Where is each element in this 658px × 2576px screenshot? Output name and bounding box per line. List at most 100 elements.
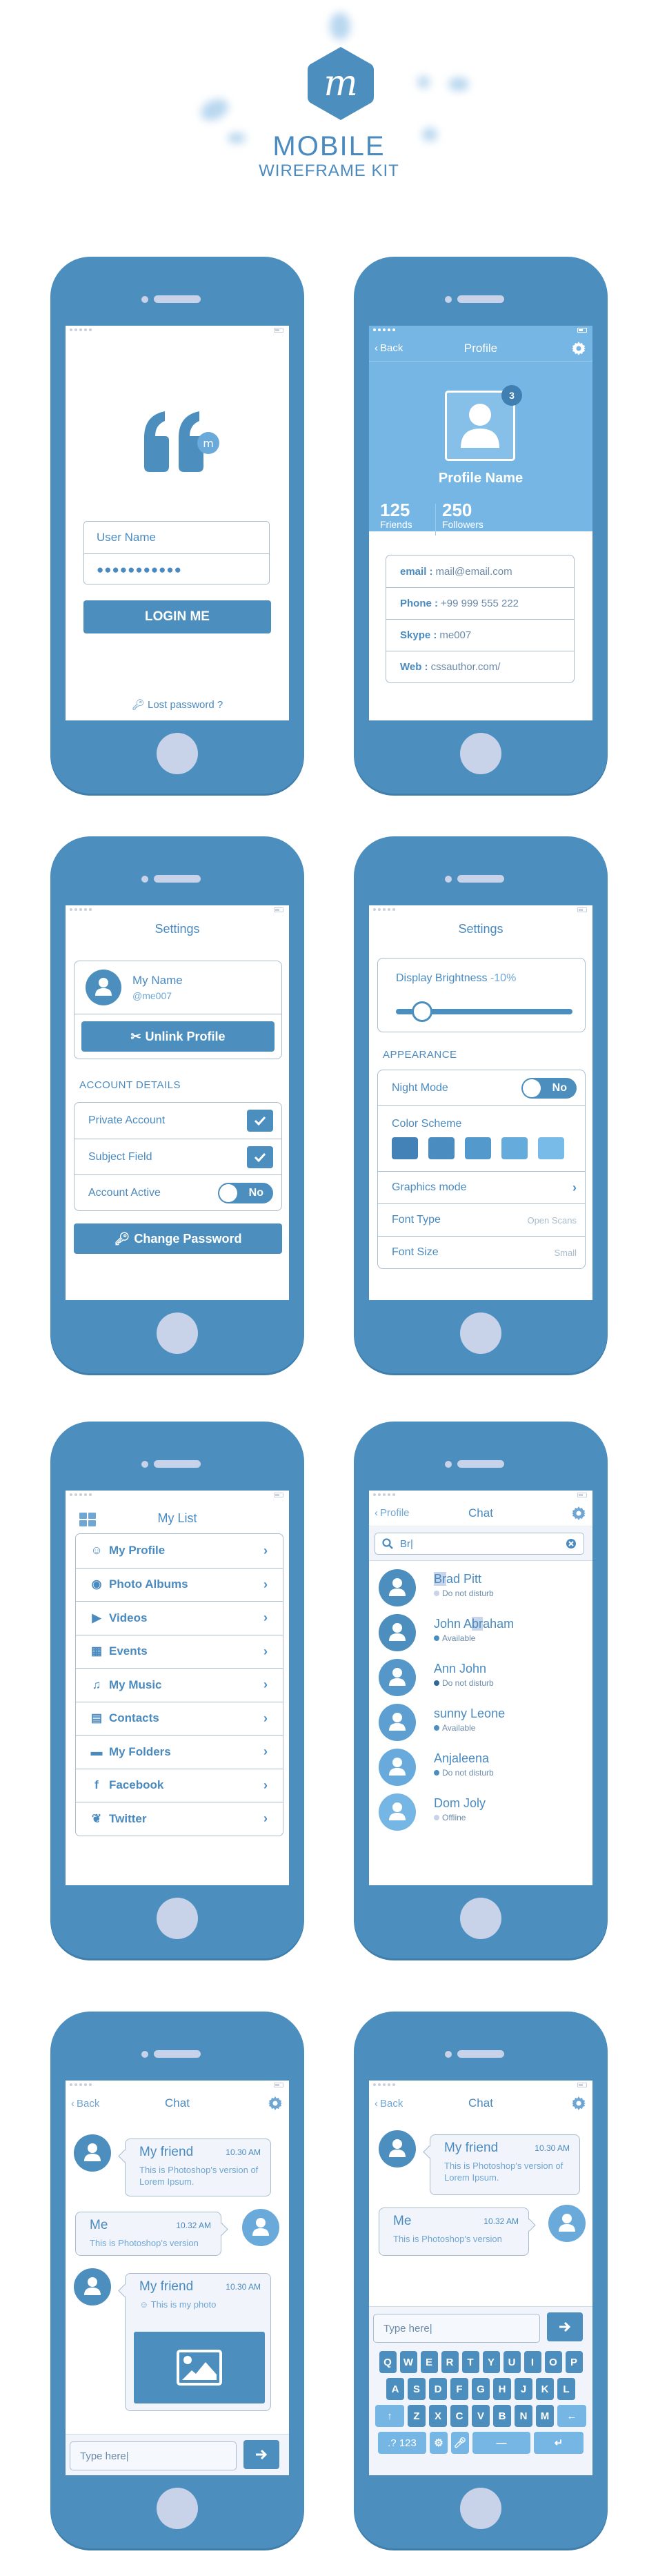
- key-s[interactable]: S: [408, 2378, 426, 2400]
- menu-item-facebook[interactable]: f Facebook ›: [76, 1768, 283, 1802]
- home-button[interactable]: [460, 2488, 501, 2529]
- color-swatch[interactable]: [538, 1137, 564, 1159]
- key-y[interactable]: Y: [482, 2351, 500, 2373]
- space-key[interactable]: —: [472, 2432, 530, 2454]
- username-field[interactable]: User Name: [84, 522, 269, 553]
- gear-icon[interactable]: [268, 2096, 282, 2110]
- numbers-key[interactable]: .? 123: [378, 2432, 426, 2454]
- contact-item[interactable]: John Abraham Available: [369, 1610, 592, 1661]
- key-a[interactable]: A: [386, 2378, 404, 2400]
- contact-item[interactable]: Ann John Do not disturb: [369, 1655, 592, 1706]
- key-u[interactable]: U: [503, 2351, 521, 2373]
- change-password-button[interactable]: 🔑︎ Change Password: [74, 1223, 282, 1254]
- send-button[interactable]: [547, 2312, 583, 2341]
- password-field[interactable]: ●●●●●●●●●●●: [84, 553, 269, 585]
- contact-item[interactable]: Brad Pitt Do not disturb: [369, 1565, 592, 1616]
- menu-item-events[interactable]: ▦ Events ›: [76, 1634, 283, 1669]
- font-type-row[interactable]: Font Type Open Scans: [378, 1203, 585, 1236]
- key-k[interactable]: K: [536, 2378, 554, 2400]
- key-v[interactable]: V: [472, 2405, 490, 2427]
- message-input[interactable]: Type here|: [70, 2441, 237, 2470]
- key-t[interactable]: T: [461, 2351, 479, 2373]
- contact-item[interactable]: Anjaleena Do not disturb: [369, 1744, 592, 1796]
- unlink-profile-button[interactable]: ✂︎ Unlink Profile: [81, 1021, 275, 1052]
- search-input[interactable]: Br|: [375, 1533, 584, 1555]
- menu-item-videos[interactable]: ▶ Videos ›: [76, 1601, 283, 1635]
- key-g[interactable]: G: [472, 2378, 490, 2400]
- color-swatch[interactable]: [501, 1137, 528, 1159]
- login-button[interactable]: LOGIN ME: [83, 600, 271, 633]
- back-button[interactable]: ‹ Back: [71, 2098, 99, 2110]
- info-row-email[interactable]: email : mail@email.com: [386, 555, 574, 587]
- gear-icon[interactable]: [572, 2096, 586, 2110]
- key-o[interactable]: O: [544, 2351, 562, 2373]
- friends-stat[interactable]: 125 Friends: [380, 501, 412, 530]
- friend-avatar[interactable]: [74, 2268, 111, 2305]
- enter-key[interactable]: ↵: [534, 2432, 584, 2454]
- gear-icon[interactable]: [572, 342, 586, 355]
- back-button[interactable]: ‹ Back: [375, 2098, 403, 2110]
- friend-avatar[interactable]: [74, 2134, 111, 2172]
- home-button[interactable]: [157, 733, 198, 774]
- shift-key[interactable]: ↑: [375, 2405, 404, 2427]
- contact-item[interactable]: Dom Joly Offline: [369, 1789, 592, 1840]
- subject-field-checkbox[interactable]: [247, 1146, 273, 1168]
- key-l[interactable]: L: [557, 2378, 575, 2400]
- send-button[interactable]: [243, 2440, 279, 2469]
- key-b[interactable]: B: [493, 2405, 511, 2427]
- home-button[interactable]: [460, 1312, 501, 1354]
- home-button[interactable]: [460, 1898, 501, 1939]
- lost-password-link[interactable]: 🔑︎ Lost password ?: [66, 698, 289, 711]
- key-f[interactable]: F: [450, 2378, 468, 2400]
- microphone-key[interactable]: 🎤︎: [451, 2432, 469, 2454]
- color-swatch[interactable]: [465, 1137, 491, 1159]
- brightness-slider-handle[interactable]: [411, 1001, 432, 1022]
- user-avatar[interactable]: [86, 970, 121, 1005]
- message-input[interactable]: Type here|: [373, 2314, 540, 2343]
- key-p[interactable]: P: [565, 2351, 583, 2373]
- key-h[interactable]: H: [493, 2378, 511, 2400]
- info-row-skype[interactable]: Skype : me007: [386, 619, 574, 651]
- backspace-key[interactable]: ←: [557, 2405, 586, 2427]
- font-size-row[interactable]: Font Size Small: [378, 1236, 585, 1268]
- info-row-phone[interactable]: Phone : +99 999 555 222: [386, 587, 574, 619]
- home-button[interactable]: [157, 1312, 198, 1354]
- home-button[interactable]: [460, 733, 501, 774]
- menu-item-my-music[interactable]: ♫ My Music ›: [76, 1668, 283, 1702]
- home-button[interactable]: [157, 2488, 198, 2529]
- followers-stat[interactable]: 250 Followers: [442, 501, 483, 530]
- photo-attachment[interactable]: [134, 2332, 265, 2403]
- menu-item-my-folders[interactable]: ▬ My Folders ›: [76, 1735, 283, 1769]
- key-d[interactable]: D: [429, 2378, 447, 2400]
- gear-icon[interactable]: [572, 1506, 586, 1520]
- menu-item-contacts[interactable]: ▤ Contacts ›: [76, 1701, 283, 1736]
- key-q[interactable]: Q: [379, 2351, 397, 2373]
- back-button[interactable]: ‹ Profile: [375, 1507, 410, 1519]
- account-active-toggle[interactable]: No: [218, 1182, 273, 1203]
- key-m[interactable]: M: [536, 2405, 554, 2427]
- key-c[interactable]: C: [450, 2405, 468, 2427]
- menu-item-twitter[interactable]: ❦ Twitter ›: [76, 1802, 283, 1836]
- color-swatch[interactable]: [392, 1137, 418, 1159]
- back-button[interactable]: ‹ Back: [375, 342, 403, 354]
- my-avatar[interactable]: [548, 2205, 586, 2242]
- private-account-checkbox[interactable]: [247, 1110, 273, 1132]
- key-e[interactable]: E: [420, 2351, 438, 2373]
- night-mode-toggle[interactable]: No: [521, 1077, 577, 1099]
- key-z[interactable]: Z: [408, 2405, 426, 2427]
- key-w[interactable]: W: [399, 2351, 417, 2373]
- menu-item-photo-albums[interactable]: ◉ Photo Albums ›: [76, 1567, 283, 1602]
- key-j[interactable]: J: [515, 2378, 532, 2400]
- clear-icon[interactable]: [566, 1538, 577, 1549]
- graphics-mode-row[interactable]: Graphics mode ›: [378, 1171, 585, 1203]
- menu-item-my-profile[interactable]: ☺ My Profile ›: [76, 1534, 283, 1568]
- color-swatch[interactable]: [428, 1137, 455, 1159]
- friend-avatar[interactable]: [379, 2130, 416, 2167]
- contact-item[interactable]: sunny Leone Available: [369, 1700, 592, 1751]
- key-r[interactable]: R: [441, 2351, 459, 2373]
- key-x[interactable]: X: [429, 2405, 447, 2427]
- home-button[interactable]: [157, 1898, 198, 1939]
- settings-key[interactable]: ⚙︎: [430, 2432, 448, 2454]
- my-avatar[interactable]: [242, 2209, 279, 2246]
- key-i[interactable]: I: [524, 2351, 541, 2373]
